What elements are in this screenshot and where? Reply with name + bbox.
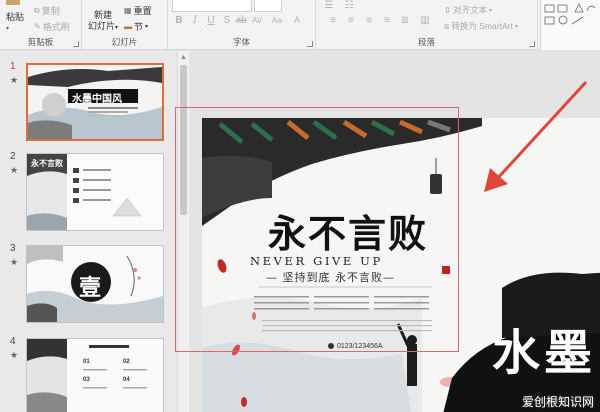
copy-button[interactable]: ⧉ 复制	[34, 4, 60, 17]
chevron-down-icon: ▾	[489, 7, 493, 14]
slide-thumbnail-3[interactable]: 壹	[26, 245, 164, 323]
transition-star-icon: ★	[10, 75, 19, 85]
paragraph-group: ☰ ☷ ≡ ≡ ≡ ≡ ≣ ▥ ⇕ 对齐文本 ▾ ⧈ 转换为 SmartArt …	[316, 0, 538, 50]
paste-icon	[6, 0, 20, 5]
slogan-text[interactable]: — 坚持到底 永不言败—	[266, 269, 395, 285]
slide-thumbnail-1[interactable]: 水墨中国风	[26, 63, 164, 141]
char-spacing-button[interactable]: AV	[250, 14, 264, 26]
scroll-up-icon[interactable]: ▲	[179, 54, 188, 62]
chevron-down-icon: ▾	[115, 25, 119, 31]
strikethrough-button[interactable]: ab	[234, 14, 248, 26]
columns-button[interactable]: ▥	[418, 14, 432, 26]
slide-thumbnail-2[interactable]: 永不言败	[26, 153, 164, 231]
transition-star-icon: ★	[10, 165, 19, 175]
reset-button[interactable]: ▦ 重置	[124, 4, 152, 17]
font-color-button[interactable]: A	[290, 14, 304, 26]
thumbnail-4-artwork	[27, 339, 163, 412]
clipboard-launcher-icon[interactable]	[73, 41, 79, 47]
never-give-up-text[interactable]: NEVER GIVE UP	[250, 254, 383, 268]
shadow-button[interactable]: S	[220, 14, 234, 26]
scrollbar-thumb[interactable]	[180, 65, 187, 215]
align-left-button[interactable]: ≡	[326, 14, 340, 26]
slide-title[interactable]: 永不言败	[268, 203, 428, 258]
align-text-button[interactable]: ⇕ 对齐文本 ▾	[444, 4, 492, 16]
slide-number-2: 2	[10, 151, 16, 162]
copy-icon: ⧉	[34, 5, 40, 15]
italic-button[interactable]: I	[188, 14, 202, 26]
slide-thumbnail-panel[interactable]: 1 ★ 水墨中国风 2 ★ 永不言败 3 ★ 壹 4 ★ 01 02 03 04	[0, 51, 178, 412]
phone-text[interactable]: 0123/123456A	[337, 343, 383, 350]
chevron-down-icon: ▾	[6, 26, 10, 32]
thumbnail-2-title: 永不言败	[31, 159, 63, 168]
thumbnail-1-title: 水墨中国风	[72, 94, 122, 105]
slide-number-3: 3	[10, 243, 16, 254]
bold-button[interactable]: B	[172, 14, 186, 26]
transition-star-icon: ★	[10, 350, 19, 360]
clipboard-group: 粘贴 ▾ ⧉ 复制 ✎ 格式刷 剪贴板	[0, 0, 82, 50]
paragraph-launcher-icon[interactable]	[529, 41, 535, 47]
annotation-arrow-icon	[484, 80, 588, 192]
section-button[interactable]: ▬ 节 ▾	[124, 20, 148, 33]
chevron-down-icon: ▾	[145, 24, 149, 30]
section-icon: ▬	[124, 22, 132, 31]
shapes-gallery[interactable]	[540, 0, 600, 50]
font-size-dropdown[interactable]	[254, 0, 282, 12]
slides-group: 新建 幻灯片▾ ▦ 重置 ▬ 节 ▾ 幻灯片	[82, 0, 168, 50]
convert-smartart-button[interactable]: ⧈ 转换为 SmartArt ▾	[444, 20, 518, 32]
underline-button[interactable]: U	[204, 14, 218, 26]
format-painter-icon: ✎	[34, 22, 41, 31]
font-launcher-icon[interactable]	[307, 41, 313, 47]
align-text-icon: ⇕	[444, 4, 452, 15]
change-case-button[interactable]: Aa	[269, 14, 285, 26]
font-name-dropdown[interactable]	[172, 0, 252, 12]
bullets-button[interactable]: ☰	[322, 0, 336, 11]
new-slide-button[interactable]: 新建 幻灯片▾	[88, 10, 118, 34]
thumbnail-3-title: 壹	[79, 275, 102, 300]
justify-button[interactable]: ≡	[380, 14, 394, 26]
thumbnail-4-num-03: 03	[83, 377, 90, 383]
thumbnail-scrollbar[interactable]: ▲	[177, 51, 189, 412]
thumbnail-4-num-02: 02	[123, 359, 130, 365]
reset-icon: ▦	[124, 6, 132, 15]
font-group: B I U S ab AV Aa A 字体	[168, 0, 316, 50]
thumbnail-4-num-01: 01	[83, 359, 90, 365]
chevron-down-icon: ▾	[514, 23, 518, 30]
big-title-text[interactable]: 水墨	[492, 313, 596, 383]
slide-thumbnail-4[interactable]: 01 02 03 04	[26, 338, 164, 412]
paragraph-label: 段落	[417, 37, 435, 47]
font-label: 字体	[232, 37, 250, 47]
thumbnail-4-num-04: 04	[123, 377, 130, 383]
align-center-button[interactable]: ≡	[344, 14, 358, 26]
smartart-icon: ⧈	[444, 20, 450, 31]
distribute-button[interactable]: ≣	[398, 14, 412, 26]
ribbon: 粘贴 ▾ ⧉ 复制 ✎ 格式刷 剪贴板 新建 幻灯片▾ ▦ 重置 ▬ 节 ▾ 幻…	[0, 0, 600, 50]
clipboard-label: 剪贴板	[27, 37, 54, 47]
slide-number-4: 4	[10, 336, 16, 347]
align-right-button[interactable]: ≡	[362, 14, 376, 26]
paste-button[interactable]: 粘贴 ▾	[6, 0, 24, 32]
format-painter-button[interactable]: ✎ 格式刷	[34, 20, 70, 33]
numbering-button[interactable]: ☷	[342, 0, 356, 11]
slide-number-1: 1	[10, 61, 16, 72]
watermark: 爱创根知识网	[521, 395, 594, 409]
shapes-icons	[544, 3, 596, 25]
transition-star-icon: ★	[10, 257, 19, 267]
slides-label: 幻灯片	[111, 37, 138, 47]
